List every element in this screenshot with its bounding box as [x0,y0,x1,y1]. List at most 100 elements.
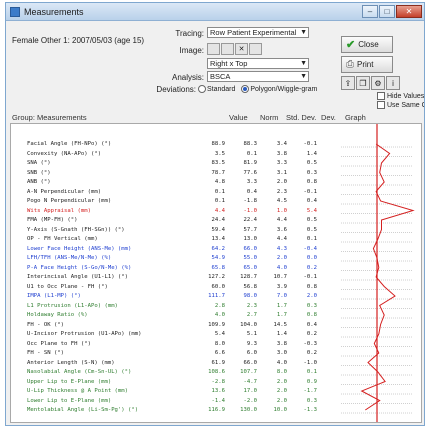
hide-values-option[interactable]: Hide Values [377,92,424,100]
name: Interincisal Angle (U1-L1) (°) [27,274,129,280]
table-row[interactable]: L1 Protrusion (L1-APo) (mm) 2.8 2.3 1.7 0.3 [11,302,421,310]
window-title: Measurements [24,6,84,17]
cell-norm: 0.4 [246,188,257,195]
settings-button[interactable]: ⚙ [371,76,385,90]
table-row[interactable]: SNB (°) 78.7 77.6 3.1 0.3 [11,169,421,177]
name: Anterior Length (S-N) (mm) [27,359,115,366]
close-button-label: Close [358,40,379,49]
table-row[interactable]: Upper Lip to E-Plane (mm) -2.8 -4.7 2.0 0.9 [11,378,421,386]
table-row[interactable]: Lower Face Height (ANS-Me) (mm) 64.2 66.0 4… [11,245,421,253]
maximize-button[interactable]: □ [379,5,395,18]
cell-norm: -1.0 [243,207,257,214]
cell-value: 3.5 [214,150,225,157]
table-row[interactable]: FH - OK (°) 109.9 104.0 14.5 0.4 [11,321,421,329]
image-button-4[interactable] [249,43,262,55]
table-row[interactable]: OP - FH Vertical (mm) 13.4 13.0 4.4 0.1 [11,235,421,243]
controls-panel: Female Other 1: 2007/05/03 (age 15) Trac… [6,22,424,110]
table-row[interactable]: ANB (°) 4.8 3.3 2.0 0.8 [11,178,421,186]
cell-norm: 65.0 [243,264,257,271]
cell-norm: 81.9 [243,160,257,166]
table-row[interactable]: U1 to Occ Plane - FH (°) 60.0 56.8 3.9 0.8 [11,283,421,291]
cell-value: 13.4 [211,236,225,242]
close-button[interactable]: ✔ Close [341,36,393,53]
same-color-checkbox[interactable] [377,101,385,109]
cell-norm: 5.1 [246,331,257,337]
cell-norm: 13.0 [243,236,257,242]
table-row[interactable]: Anterior Length (S-N) (mm) 61.9 66.0 4.0 -1.… [11,359,421,367]
name: Holdaway Ratio (%) [27,312,88,318]
cell-std-dev: 2.0 [276,255,287,261]
cell-std-dev: 4.0 [276,359,287,366]
cell-value: 60.0 [211,283,225,290]
table-row[interactable]: Facial Angle (FH-NPo) (°) 88.9 88.3 3.4 -0.1 [11,140,421,148]
table-row[interactable]: Mentolabial Angle (Li-Sm-Pg') (°) 116.9 13… [11,406,421,414]
table-row[interactable]: IMPA (L1-MP) (°) 111.7 98.0 7.0 2.0 [11,292,421,300]
cell-dev: -0.3 [303,340,317,347]
cell-value: 6.6 [214,350,225,356]
name: Y-Axis (S-Gnath (FH-SGn)) (°) [27,226,125,233]
image-button-2[interactable] [221,43,234,55]
cell-dev: 0.0 [306,255,317,261]
table-row[interactable]: Occ Plane to FH (°) 8.0 9.3 3.8 -0.3 [11,340,421,348]
table-row[interactable]: A-N Perpendicular (mm) 0.1 0.4 2.3 -0.1 [11,188,421,196]
table-row[interactable]: LFH/TFH (ANS-Me/N-Me) (%) 54.9 55.0 2.0 0.0 [11,254,421,262]
table-row[interactable]: Holdaway Ratio (%) 4.0 2.7 1.7 0.8 [11,311,421,319]
cell-dev: 0.2 [306,331,317,337]
minimize-button[interactable]: – [362,5,378,18]
cell-dev: 0.4 [306,198,317,204]
cell-value: 8.0 [214,340,225,347]
image-button-3[interactable]: ✕ [235,43,248,55]
table-row[interactable]: FH - SN (°) 6.6 6.0 3.0 0.2 [11,349,421,357]
name: U-Lip Thickness @ A Point (mm) [27,388,129,394]
cell-std-dev: 4.0 [276,264,287,271]
print-button[interactable]: ⎙ Print [341,56,393,73]
close-window-button[interactable]: ✕ [396,5,422,18]
cell-dev: 0.1 [306,236,317,242]
cell-dev: 5.4 [306,207,317,214]
cell-std-dev: 4.5 [276,198,287,204]
table-row[interactable]: Lower Lip to E-Plane (mm) -1.4 -2.0 2.0 0.3 [11,397,421,405]
cell-value: 54.9 [211,255,225,261]
radio-polygon[interactable] [241,85,250,93]
table-row[interactable]: SNA (°) 83.5 81.9 3.3 0.5 [11,159,421,167]
table-row[interactable]: Pogo N Perpendicular (mm) 0.1 -1.8 4.5 0.4 [11,197,421,205]
print-button-label: Print [357,60,374,69]
cell-dev: 0.8 [306,283,317,290]
name: Nasolabial Angle (Cm-Sn-UL) (°) [27,369,132,375]
name: FMA (MP-FH) (°) [27,217,78,223]
view-select[interactable]: Right x Top ▼ [207,58,309,69]
table-row[interactable]: Y-Axis (S-Gnath (FH-SGn)) (°) 59.4 57.7 3.6… [11,226,421,234]
image-button-1[interactable] [207,43,220,55]
cell-std-dev: 3.1 [276,169,287,176]
export-button[interactable]: ⇪ [341,76,355,90]
cell-value: 13.6 [211,388,225,394]
info-button[interactable]: i [386,76,400,90]
cell-dev: 0.1 [306,369,317,375]
table-row[interactable]: U-Incisor Protrusion (U1-APo) (mm) 5.4 5.1… [11,330,421,338]
table-row[interactable]: Wits Appraisal (mm) 4.4 -1.0 1.0 5.4 [11,207,421,215]
cell-norm: 22.4 [243,217,257,223]
cell-dev: -1.0 [303,359,317,366]
cell-value: -2.8 [211,378,225,385]
table-row[interactable]: Convexity (NA-APo) (°) 3.5 0.1 3.8 1.4 [11,150,421,158]
table-row[interactable]: Nasolabial Angle (Cm-Sn-UL) (°) 108.6 107.… [11,368,421,376]
cell-std-dev: 2.0 [276,397,287,404]
measurements-table[interactable]: Facial Angle (FH-NPo) (°) 88.9 88.3 3.4 -0.1… [10,123,422,423]
cell-norm: 66.0 [243,359,257,366]
hide-values-checkbox[interactable] [377,92,385,100]
table-row[interactable]: U-Lip Thickness @ A Point (mm) 13.6 17.0 2.… [11,387,421,395]
table-row[interactable]: Interincisal Angle (U1-L1) (°) 127.2 128.7… [11,273,421,281]
same-color-option[interactable]: Use Same Color [377,101,424,109]
cell-norm: 130.0 [240,407,257,413]
analysis-select[interactable]: BSCA ▼ [207,71,309,82]
same-color-label: Use Same Color [387,101,424,109]
tracing-select[interactable]: Row Patient Experimental ▼ [207,27,309,38]
cell-dev: 0.5 [306,160,317,166]
copy-button[interactable]: ❐ [356,76,370,90]
radio-standard[interactable] [198,85,206,93]
gear-icon: ⚙ [374,79,382,88]
cell-norm: 104.0 [240,321,257,328]
table-row[interactable]: P-A Face Height (S-Go/N-Me) (%) 65.8 65.0 4… [11,264,421,272]
table-row[interactable]: FMA (MP-FH) (°) 24.4 22.4 4.4 0.5 [11,216,421,224]
name: OP - FH Vertical (mm) [27,236,98,242]
